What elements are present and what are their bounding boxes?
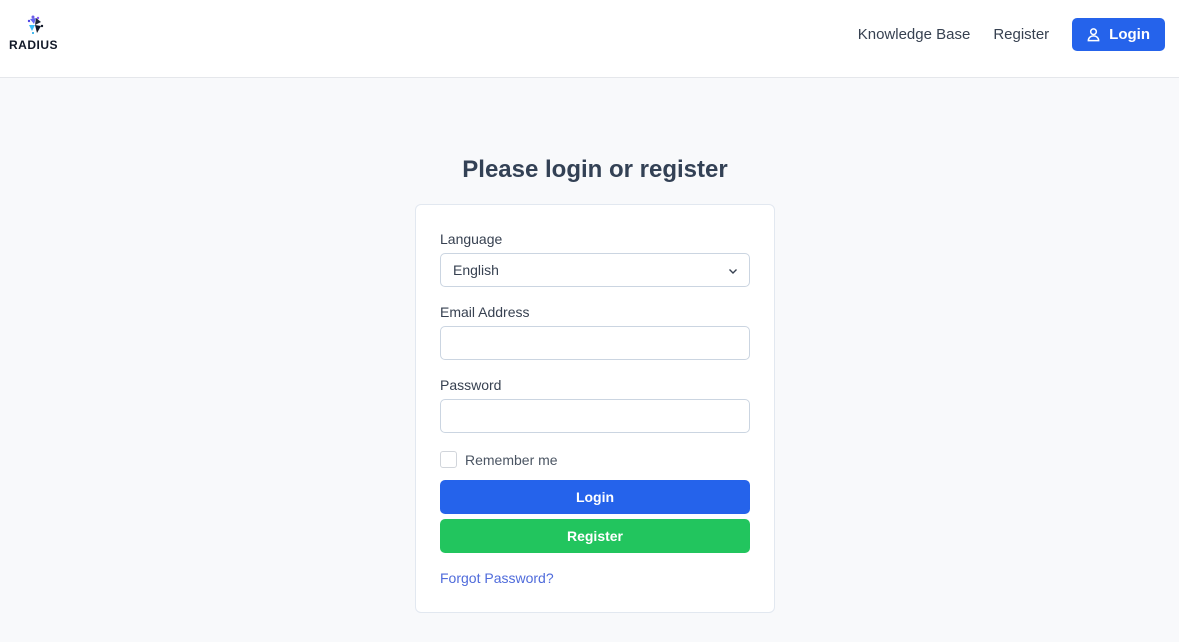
chevron-down-icon bbox=[729, 269, 737, 274]
nav-login-label: Login bbox=[1109, 26, 1150, 43]
remember-me-label[interactable]: Remember me bbox=[465, 452, 558, 468]
register-button[interactable]: Register bbox=[440, 519, 750, 553]
password-label: Password bbox=[440, 377, 502, 393]
nav-login-button[interactable]: Login bbox=[1072, 18, 1165, 51]
language-select[interactable]: English bbox=[440, 253, 750, 287]
login-button[interactable]: Login bbox=[440, 480, 750, 514]
nav-knowledge-base-link[interactable]: Knowledge Base bbox=[858, 26, 971, 43]
language-label: Language bbox=[440, 231, 503, 247]
top-nav: Knowledge Base Register Login bbox=[858, 18, 1165, 51]
email-field[interactable] bbox=[440, 326, 750, 360]
page-title: Please login or register bbox=[462, 156, 728, 183]
top-header: RADIUS Knowledge Base Register Login bbox=[0, 0, 1179, 78]
radius-logo-icon bbox=[27, 15, 44, 34]
user-icon bbox=[1087, 28, 1100, 42]
radius-logo[interactable]: RADIUS bbox=[9, 14, 63, 54]
logo-text: RADIUS bbox=[9, 38, 59, 52]
remember-me-checkbox[interactable] bbox=[440, 451, 457, 468]
login-card: Language English Email Address Password … bbox=[415, 204, 775, 613]
forgot-password-link[interactable]: Forgot Password? bbox=[440, 570, 554, 586]
password-field[interactable] bbox=[440, 399, 750, 433]
email-label: Email Address bbox=[440, 304, 530, 320]
language-selected-value: English bbox=[453, 262, 499, 278]
nav-register-link[interactable]: Register bbox=[993, 26, 1049, 43]
